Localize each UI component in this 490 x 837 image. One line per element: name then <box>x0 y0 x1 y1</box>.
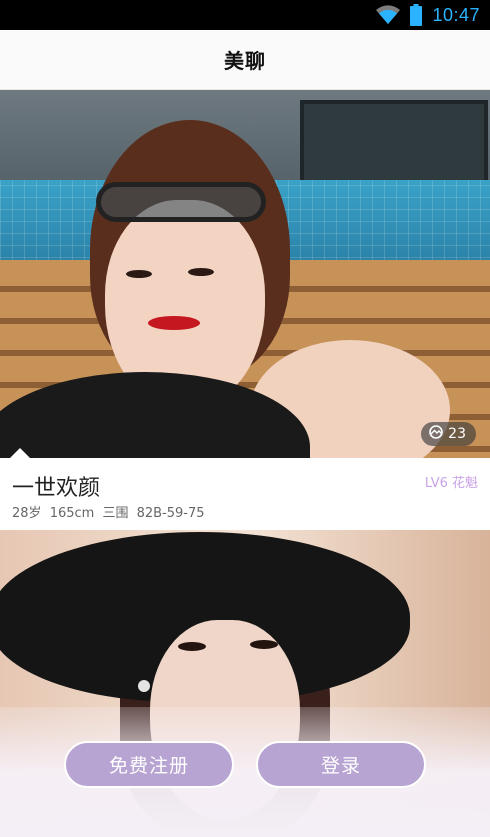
photo-lips <box>148 316 200 330</box>
profile-name: 一世欢颜 <box>12 476 101 501</box>
status-time: 10:47 <box>432 4 480 25</box>
login-button[interactable]: 登录 <box>256 741 426 788</box>
profile-photo-2[interactable] <box>0 530 490 837</box>
profile-height: 165cm <box>49 506 95 521</box>
profile-age: 28岁 <box>12 506 42 521</box>
card-pointer <box>10 448 30 458</box>
profile-photo[interactable]: 23 <box>0 90 490 458</box>
photo2-eye-left <box>178 642 206 651</box>
profile-info[interactable]: 一世欢颜 LV6 花魁 28岁 165cm 三围 82B-59-75 <box>0 458 490 530</box>
status-bar: 10:47 <box>0 0 490 30</box>
profile-level: LV6 花魁 <box>424 476 478 491</box>
profile-meta: 28岁 165cm 三围 82B-59-75 <box>12 502 205 521</box>
battery-icon <box>410 4 423 26</box>
photo2-earring <box>138 680 150 692</box>
gallery-icon <box>429 425 443 443</box>
photo-count-badge[interactable]: 23 <box>421 422 476 446</box>
title-bar: 美聊 <box>0 30 490 90</box>
photo-eye-right <box>188 268 214 276</box>
register-button[interactable]: 免费注册 <box>64 741 234 788</box>
photo-sunglasses <box>96 182 266 222</box>
photo-count: 23 <box>448 426 466 442</box>
photo-eye-left <box>126 270 152 278</box>
wifi-icon <box>376 5 401 25</box>
photo2-eye-right <box>250 640 278 649</box>
app-title: 美聊 <box>224 49 266 73</box>
profile-measurements: 三围 82B-59-75 <box>102 506 205 521</box>
